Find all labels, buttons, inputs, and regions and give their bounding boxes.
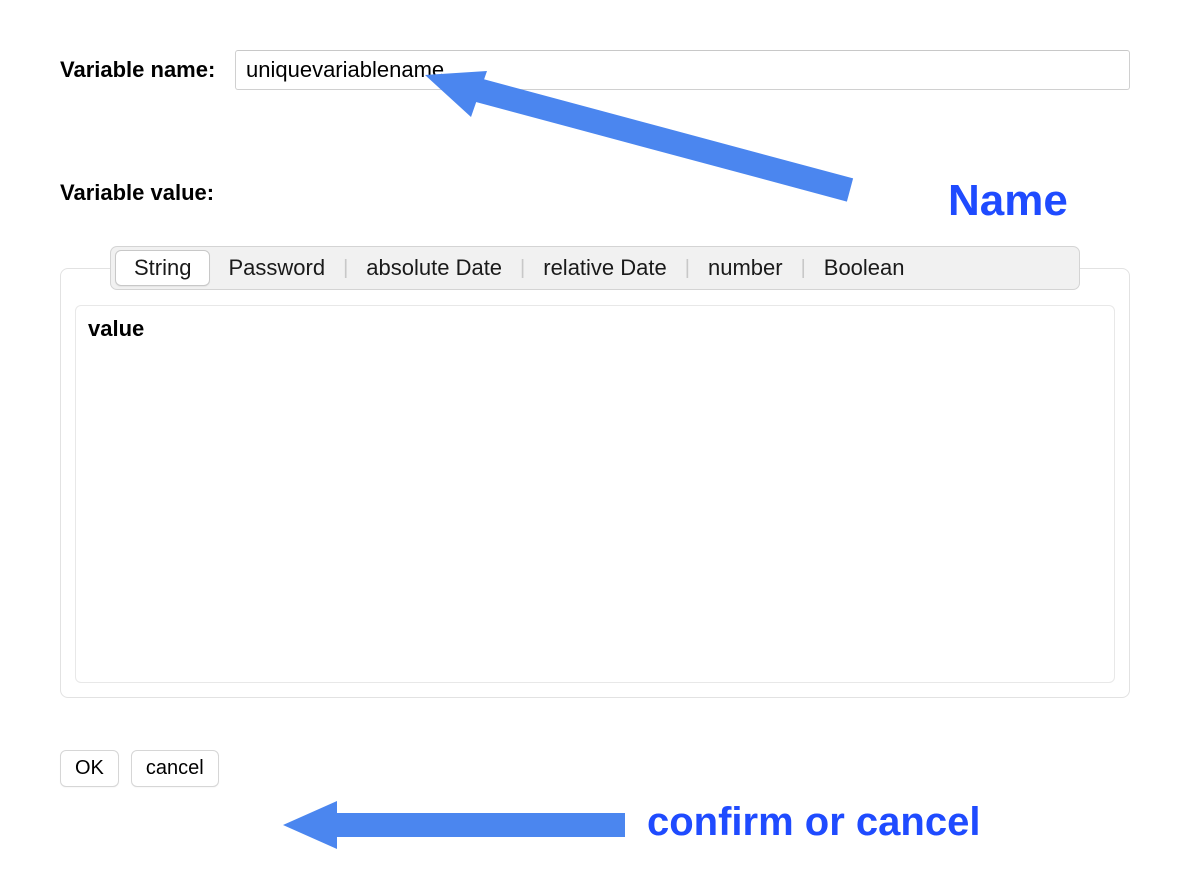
annotation-arrow-confirm xyxy=(275,795,645,855)
tab-absolute-date[interactable]: absolute Date xyxy=(348,251,520,285)
tab-number[interactable]: number xyxy=(690,251,801,285)
variable-value-label: Variable value: xyxy=(60,180,1130,206)
variable-name-label: Variable name: xyxy=(60,57,235,83)
value-panel: value xyxy=(60,268,1130,698)
variable-name-row: Variable name: xyxy=(0,50,1190,90)
tab-password[interactable]: Password xyxy=(210,251,343,285)
ok-button[interactable]: OK xyxy=(60,750,119,787)
tab-boolean[interactable]: Boolean xyxy=(806,251,923,285)
dialog-buttons: OK cancel xyxy=(0,750,1190,787)
annotation-confirm-label: confirm or cancel xyxy=(647,800,980,845)
tab-relative-date[interactable]: relative Date xyxy=(525,251,685,285)
tab-string[interactable]: String xyxy=(115,250,210,286)
value-type-tabs-container: String Password | absolute Date | relati… xyxy=(60,246,1130,698)
value-type-tabs: String Password | absolute Date | relati… xyxy=(110,246,1080,290)
variable-value-input[interactable]: value xyxy=(75,305,1115,683)
variable-value-row: Variable value: xyxy=(0,180,1190,206)
variable-name-input[interactable] xyxy=(235,50,1130,90)
cancel-button[interactable]: cancel xyxy=(131,750,219,787)
